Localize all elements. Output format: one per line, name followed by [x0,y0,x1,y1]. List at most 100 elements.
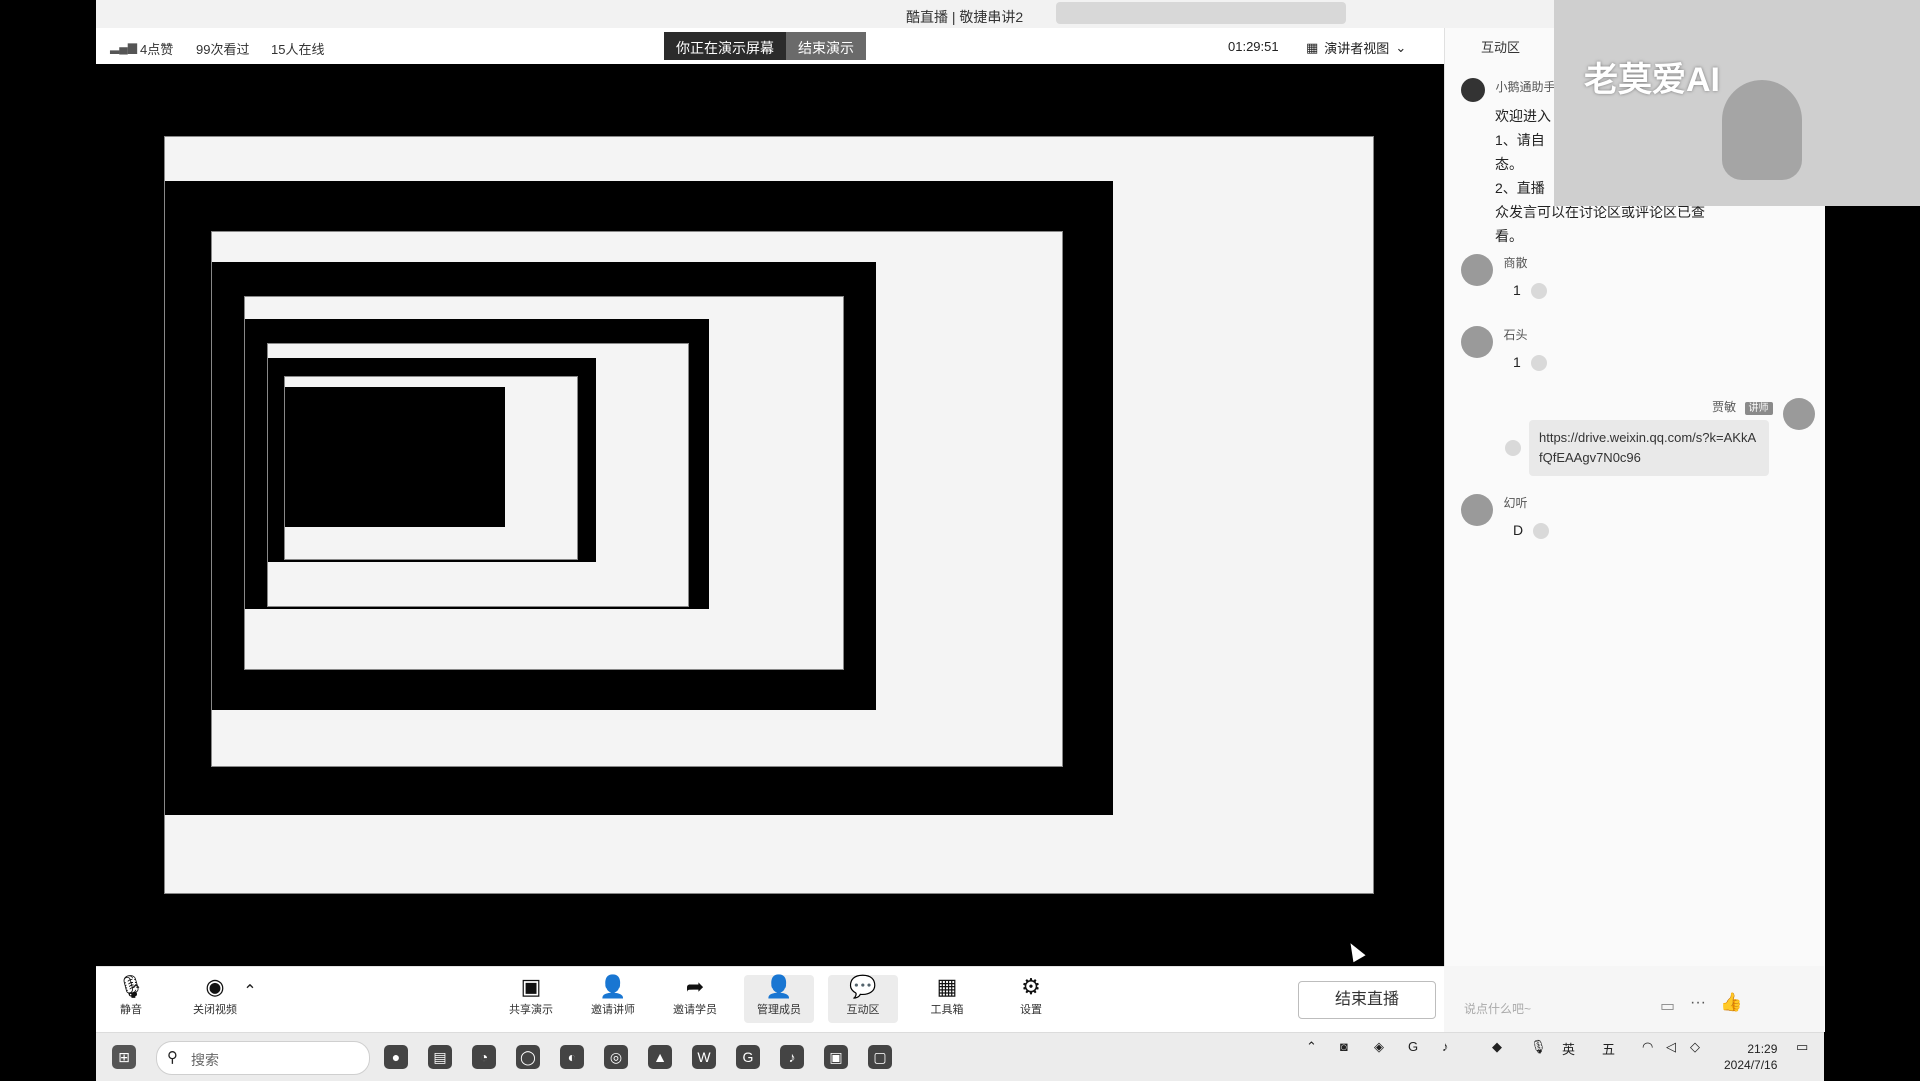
more-icon[interactable]: ··· [1690,994,1706,1012]
recursive-screen-1 [164,136,1374,894]
shared-screen-stage [96,64,1444,966]
assistant-avatar [1461,78,1485,102]
toolbox-label: 工具箱 [930,1004,964,1016]
volume-icon[interactable]: ◁ [1666,1039,1676,1055]
grid-icon: ▦ [936,974,958,999]
stats-bar: ▂▄▆ 4点赞 99次看过 15人在线 你正在演示屏幕 结束演示 01:29:5… [96,28,1444,65]
presenting-label: 你正在演示屏幕 [664,32,786,60]
tray-icon[interactable]: ◈ [1374,1039,1384,1055]
forward-arrow-icon: ➦ [685,974,705,999]
settings-label: 设置 [1020,1004,1042,1016]
avatar [1461,254,1493,286]
watermark: 老莫爱AI [1584,61,1720,99]
app-icon[interactable]: ◎ [604,1045,628,1069]
message-author: 幻听 [1503,496,1528,510]
manage-members-button[interactable]: 👤 管理成员 [744,975,814,1023]
chat-icon: 💬 [849,974,877,999]
windows-start-icon[interactable]: ⊞ [112,1045,136,1069]
thumbs-up-icon[interactable]: 👍 [1720,992,1742,1013]
taskbar-search-label: 搜索 [191,1052,219,1068]
window-controls[interactable] [1056,2,1346,24]
add-user-icon: 👤 [599,974,627,999]
chat-input-placeholder: 说点什么吧~ [1464,1002,1532,1016]
chat-input-area[interactable]: 说点什么吧~ ▭ ··· 👍 [1444,966,1824,1032]
app-icon[interactable]: ◯ [516,1045,540,1069]
avatar [1783,398,1815,430]
notification-icon[interactable]: ▭ [1796,1039,1808,1055]
tray-icon[interactable]: G [1408,1039,1418,1054]
like-icon[interactable] [1505,440,1521,456]
tray-icon[interactable]: ◆ [1492,1039,1502,1055]
wps-icon[interactable]: W [692,1045,716,1069]
mouse-cursor [1344,939,1366,963]
search-icon: ⚲ [167,1049,178,1066]
recursive-screen-2 [211,231,1063,767]
settings-button[interactable]: ⚙ 设置 [996,975,1066,1017]
ime-indicator[interactable]: 英 [1562,1039,1575,1058]
chat-message-lecturer: 贾敏 讲师 https://drive.weixin.qq.com/s?k=AK… [1505,398,1815,476]
manage-members-label: 管理成员 [757,1004,801,1016]
app-icon[interactable]: ◔ [472,1045,496,1069]
view-mode-label: 演讲者视图 [1324,41,1390,56]
message-link[interactable]: https://drive.weixin.qq.com/s?k=AKkAfQfE… [1529,420,1769,476]
microphone-icon[interactable]: 🎙 [1530,1039,1547,1055]
message-author: 贾敏 [1712,400,1737,414]
app-icon[interactable]: G [736,1045,760,1069]
ime-mode-indicator[interactable]: 五 [1602,1039,1615,1058]
recursive-screen-5-content [285,387,505,527]
interact-button[interactable]: 💬 互动区 [828,975,898,1023]
camera-options-chevron-icon[interactable]: ⌃ [240,981,260,1001]
app-icon[interactable]: ▲ [648,1045,672,1069]
mute-label: 静音 [120,1004,142,1016]
tray-icon[interactable]: ♪ [1442,1039,1449,1054]
end-live-button[interactable]: 结束直播 [1298,981,1436,1019]
webcam-overlay: 老莫爱AI [1554,0,1920,206]
message-author: 商散 [1503,256,1528,270]
interact-label: 互动区 [846,1004,880,1016]
signal-icon: ▂▄▆ [110,40,137,54]
invite-student-label: 邀请学员 [673,1004,717,1016]
camera-label: 关闭视频 [193,1004,237,1016]
clock-time: 21:29 [1747,1042,1778,1056]
end-presentation-button[interactable]: 结束演示 [786,32,866,60]
invite-student-button[interactable]: ➦ 邀请学员 [660,975,730,1017]
recursive-screen-3 [244,296,844,670]
chat-message: 商散 1 [1461,254,1547,300]
welcome-line: 看。 [1495,228,1523,244]
share-button[interactable]: ▣ 共享演示 [496,975,566,1017]
message-author: 石头 [1503,328,1528,342]
lecturer-badge: 讲师 [1744,402,1773,415]
message-text: D [1513,522,1524,538]
invite-lecturer-button[interactable]: 👤 邀请讲师 [578,975,648,1017]
folder-icon[interactable]: ▭ [1660,996,1675,1016]
online-count: 15人在线 [271,42,325,57]
like-icon[interactable] [1530,355,1547,372]
network-icon[interactable]: ◇ [1690,1039,1700,1055]
app-icon[interactable]: ● [384,1045,408,1069]
view-mode-select[interactable]: ▦ 演讲者视图 ⌄ [1306,38,1406,57]
app-icon[interactable]: ▣ [824,1045,848,1069]
toolbox-button[interactable]: ▦ 工具箱 [912,975,982,1017]
mic-options-chevron-icon[interactable]: ⌃ [126,981,146,1001]
wifi-icon[interactable]: ◠ [1642,1039,1653,1055]
like-icon[interactable] [1530,283,1547,300]
folder-icon[interactable]: ▤ [428,1045,452,1069]
chevron-up-icon[interactable]: ⌃ [1306,1039,1317,1055]
chat-message: 幻听 D [1461,494,1550,540]
chevron-down-icon: ⌄ [1395,39,1407,55]
taskbar-search[interactable]: ⚲ 搜索 [156,1041,370,1075]
taskbar-clock[interactable]: 21:29 2024/7/16 [1724,1041,1777,1073]
avatar [1461,494,1493,526]
app-icon[interactable]: ♪ [780,1045,804,1069]
tray-icon[interactable]: ◙ [1340,1039,1348,1054]
avatar [1461,326,1493,358]
presenting-indicator: 你正在演示屏幕 结束演示 [664,32,866,60]
window-title: 酷直播 | 敬捷串讲2 [906,9,1024,25]
app-icon[interactable]: ▢ [868,1045,892,1069]
like-icon[interactable] [1533,523,1550,540]
panel-title: 互动区 [1481,40,1521,55]
message-text: 1 [1513,282,1521,298]
presenter-video [1722,80,1802,180]
assistant-name: 小鹅通助手 [1495,80,1556,94]
browser-icon[interactable]: ◐ [560,1045,584,1069]
